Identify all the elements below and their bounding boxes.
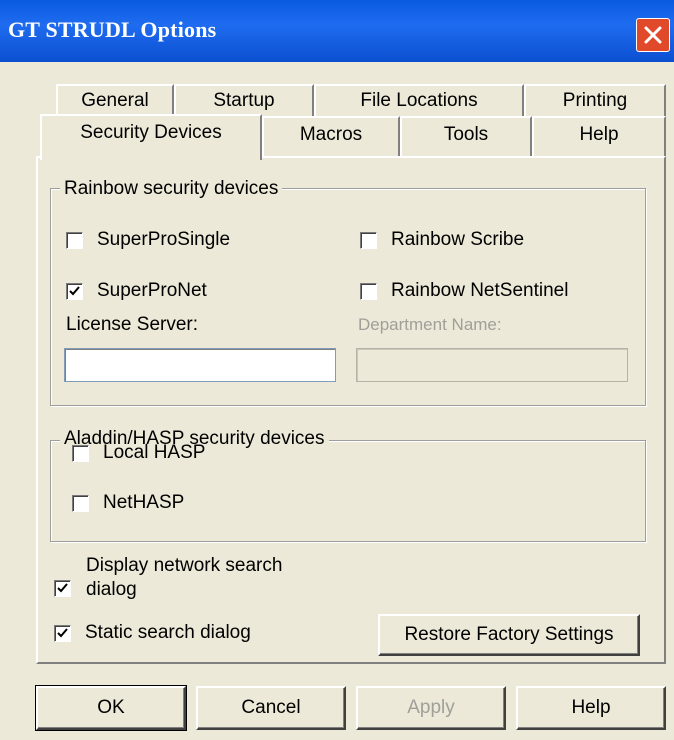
display-network-search-label: Display network search dialog	[86, 554, 282, 602]
tab-startup[interactable]: Startup	[174, 84, 314, 118]
help-button[interactable]: Help	[516, 686, 666, 730]
static-search-checkbox[interactable]	[54, 624, 71, 642]
cancel-button[interactable]: Cancel	[196, 686, 346, 730]
rainbow-group-legend: Rainbow security devices	[60, 178, 283, 200]
rainbow-scribe-option[interactable]: Rainbow Scribe	[360, 229, 524, 251]
superpro-net-label: SuperProNet	[97, 280, 207, 301]
apply-button[interactable]: Apply	[356, 686, 506, 730]
checkmark-icon	[57, 627, 68, 637]
nethasp-label: NetHASP	[103, 492, 185, 513]
static-search-option[interactable]: Static search dialog	[54, 622, 251, 644]
department-name-label: Department Name:	[358, 315, 502, 334]
tab-label: Startup	[213, 90, 275, 111]
tab-label: Tools	[443, 124, 489, 145]
tab-general[interactable]: General	[56, 84, 174, 118]
tab-label: Security Devices	[80, 122, 222, 143]
tab-panel-security-devices: Rainbow security devices SuperProSingle …	[36, 156, 666, 664]
checkmark-icon	[69, 285, 80, 295]
superpro-single-checkbox[interactable]	[66, 231, 83, 249]
superpro-net-option[interactable]: SuperProNet	[66, 280, 207, 302]
tab-tools[interactable]: Tools	[400, 116, 532, 156]
window-title: GT STRUDL Options	[8, 17, 217, 42]
tab-label: Help	[579, 124, 619, 145]
display-network-search-checkbox[interactable]	[54, 580, 71, 597]
department-name-input	[356, 348, 628, 382]
ok-button[interactable]: OK	[35, 685, 187, 731]
license-server-input[interactable]	[64, 348, 336, 382]
local-hasp-label: Local HASP	[103, 442, 206, 463]
tab-help[interactable]: Help	[532, 116, 666, 156]
display-network-search-label-line2: dialog	[86, 579, 137, 600]
rainbow-netsentinel-checkbox[interactable]	[360, 282, 377, 300]
superpro-single-label: SuperProSingle	[97, 229, 231, 250]
tab-label: General	[81, 90, 149, 111]
restore-factory-settings-button[interactable]: Restore Factory Settings	[378, 614, 640, 656]
tab-printing[interactable]: Printing	[524, 84, 666, 118]
tab-label: Macros	[299, 124, 363, 145]
rainbow-netsentinel-option[interactable]: Rainbow NetSentinel	[360, 280, 568, 302]
static-search-label: Static search dialog	[85, 622, 251, 643]
display-network-search-label-line1: Display network search	[86, 555, 283, 576]
close-button[interactable]	[636, 18, 670, 52]
nethasp-option[interactable]: NetHASP	[72, 492, 184, 514]
tab-label: Printing	[562, 90, 628, 111]
local-hasp-checkbox[interactable]	[72, 444, 89, 462]
rainbow-netsentinel-label: Rainbow NetSentinel	[391, 280, 569, 301]
tab-macros[interactable]: Macros	[262, 116, 400, 156]
rainbow-scribe-checkbox[interactable]	[360, 231, 377, 249]
license-server-label: License Server:	[66, 314, 199, 335]
tab-label: File Locations	[360, 90, 478, 111]
superpro-net-checkbox[interactable]	[66, 282, 83, 300]
title-bar: GT STRUDL Options	[0, 0, 674, 62]
nethasp-checkbox[interactable]	[72, 494, 89, 512]
tab-file-locations[interactable]: File Locations	[314, 84, 524, 118]
checkmark-icon	[57, 583, 68, 593]
close-icon	[644, 26, 662, 44]
rainbow-scribe-label: Rainbow Scribe	[391, 229, 525, 250]
superpro-single-option[interactable]: SuperProSingle	[66, 229, 230, 251]
local-hasp-option[interactable]: Local HASP	[72, 442, 205, 464]
tab-security-devices[interactable]: Security Devices	[40, 114, 262, 160]
